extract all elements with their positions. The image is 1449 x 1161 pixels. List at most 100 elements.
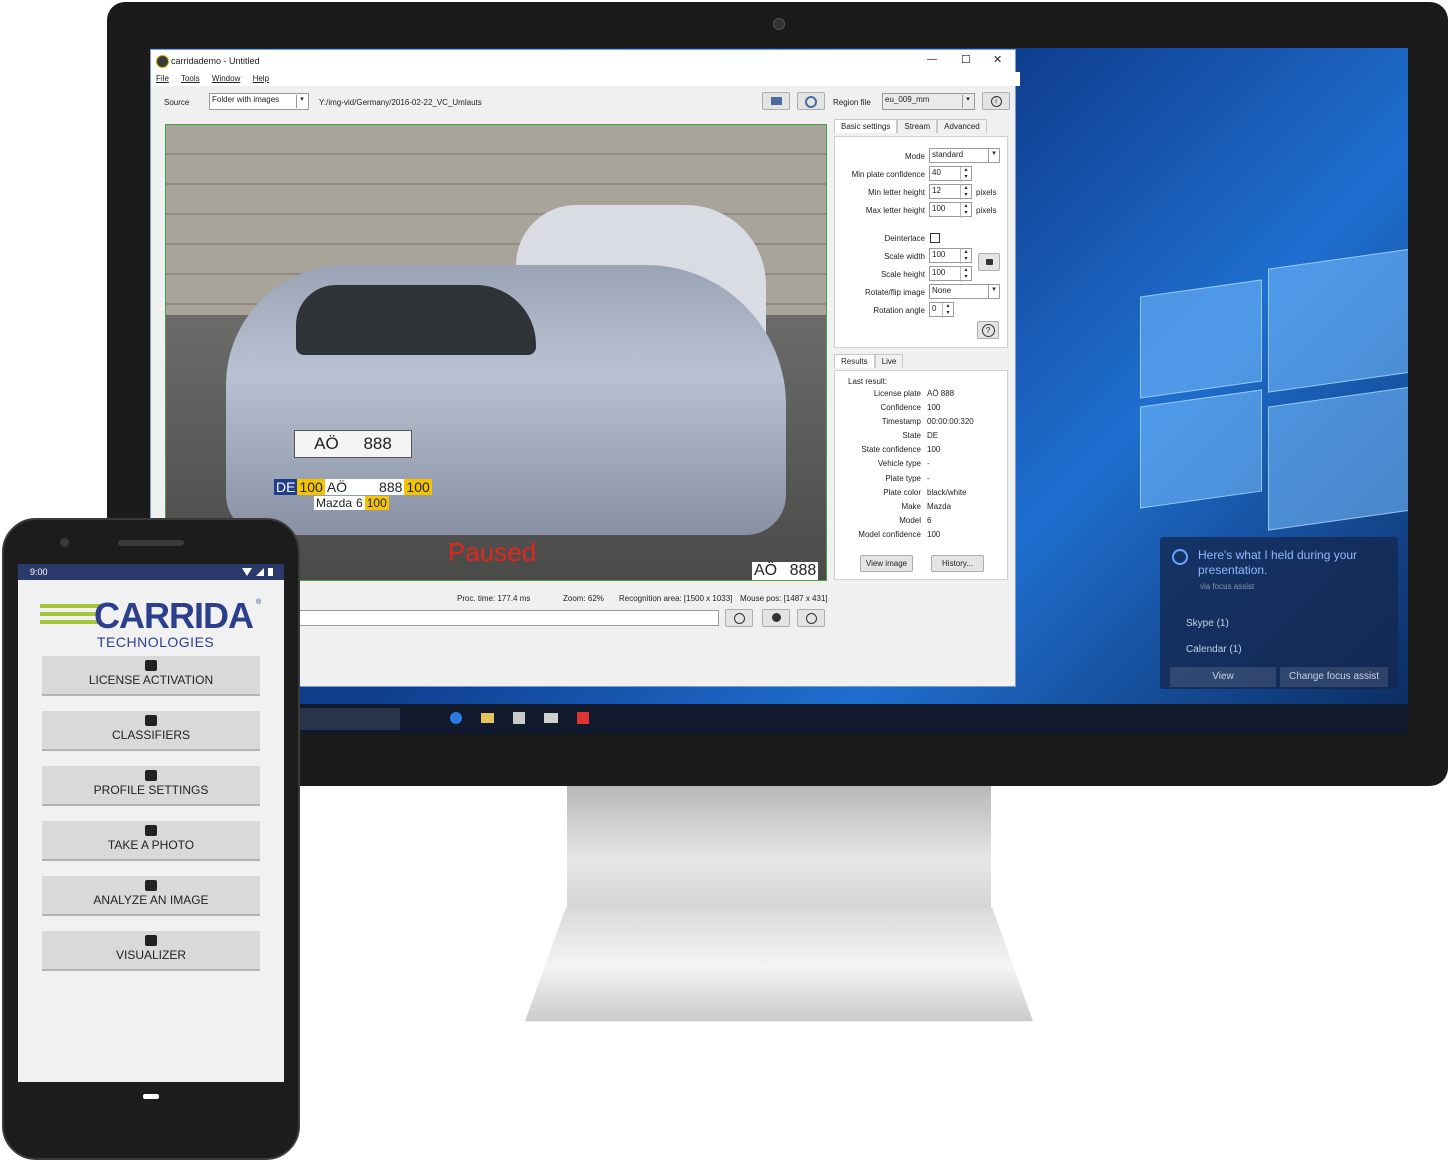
video-view[interactable]: AÖ 888 DE 100 AÖ 888 100 Mazda 6 100 Paused AÖ…	[165, 124, 827, 581]
profile-settings-button[interactable]: PROFILE SETTINGS	[42, 766, 260, 806]
settings-tabbar: Basic settings Stream Advanced	[834, 119, 987, 133]
min-plate-confidence-value: 40	[932, 168, 941, 177]
toast-subtitle: via focus assist	[1200, 582, 1255, 591]
spinner-arrows-icon[interactable]: ▴ ▾	[960, 203, 971, 218]
region-file-value: eu_009_mm	[885, 95, 930, 104]
windows-logo-wallpaper	[1140, 247, 1408, 531]
menu-window[interactable]: Window	[212, 74, 240, 83]
info-button[interactable]: i	[982, 92, 1010, 110]
tray-area[interactable]	[1220, 712, 1390, 726]
max-letter-height-input[interactable]: 100 ▴ ▾	[929, 202, 972, 218]
result-row: License plate AÖ 888	[873, 389, 955, 398]
result-row: Make Mazda	[901, 501, 952, 511]
camera-icon	[145, 825, 157, 836]
chevron-down-icon: ▾	[988, 149, 999, 162]
overlay-state-conf: 100	[297, 479, 325, 495]
take-photo-label: TAKE A PHOTO	[107, 838, 195, 852]
paused-label: Paused	[448, 537, 537, 567]
record-button[interactable]	[797, 609, 825, 627]
mode-select[interactable]: standard ▾	[929, 148, 1000, 163]
help-button[interactable]: ?	[977, 321, 999, 339]
tab-advanced[interactable]: Advanced	[937, 119, 987, 133]
bottom-plate-2: 888	[789, 562, 817, 579]
overlay-plate-1: AÖ	[324, 479, 350, 495]
spinner-arrows-icon[interactable]: ▴ ▾	[960, 249, 971, 264]
edge-icon[interactable]	[450, 712, 462, 724]
rotate-flip-select[interactable]: None ▾	[929, 284, 1000, 299]
visualizer-button[interactable]: VISUALIZER	[42, 931, 260, 971]
store-icon[interactable]	[513, 712, 525, 724]
help-icon: ?	[981, 324, 995, 337]
rotation-angle-label: Rotation angle	[873, 306, 925, 315]
step-button[interactable]	[725, 609, 753, 627]
take-photo-button[interactable]: TAKE A PHOTO	[42, 821, 260, 861]
menu-file[interactable]: File	[156, 74, 169, 83]
record-icon	[805, 613, 817, 624]
gear-icon	[145, 770, 157, 781]
menu-tools[interactable]: Tools	[181, 74, 200, 83]
car-plate: AÖ 888	[294, 430, 412, 458]
classifiers-button[interactable]: CLASSIFIERS	[42, 711, 260, 751]
cortana-icon	[1172, 549, 1188, 565]
maximize-button[interactable]: ☐	[961, 53, 971, 66]
monitor-stand-base	[525, 908, 1033, 1022]
file-explorer-icon[interactable]	[481, 713, 494, 723]
taskbar-search[interactable]	[300, 708, 400, 730]
scale-height-value: 100	[932, 268, 946, 277]
folder-icon	[770, 97, 782, 105]
spinner-arrows-icon[interactable]: ▴ ▾	[960, 167, 971, 182]
app-logo-icon	[156, 55, 169, 68]
min-letter-height-input[interactable]: 12 ▴ ▾	[929, 184, 972, 200]
toast-item-skype[interactable]: Skype (1)	[1186, 618, 1229, 629]
spinner-arrows-icon[interactable]: ▴ ▾	[960, 267, 971, 282]
menu-help[interactable]: Help	[253, 74, 269, 83]
app-icon[interactable]	[577, 712, 589, 724]
phone-home-indicator[interactable]	[143, 1094, 159, 1099]
min-plate-confidence-input[interactable]: 40 ▴ ▾	[929, 166, 972, 182]
phone-camera	[60, 538, 69, 547]
overlay-model-conf: 100	[364, 496, 389, 510]
spinner-arrows-icon[interactable]: ▴ ▾	[942, 303, 953, 318]
deinterlace-checkbox[interactable]	[930, 233, 940, 243]
tab-basic-settings[interactable]: Basic settings	[834, 119, 898, 133]
scale-width-input[interactable]: 100 ▴ ▾	[929, 248, 972, 264]
play-button[interactable]	[762, 609, 790, 627]
webcam-dot	[773, 18, 785, 30]
toast-view-button[interactable]: View	[1170, 667, 1276, 687]
phone-status-bar: 9:00	[18, 564, 284, 580]
result-row: State DE	[902, 431, 939, 441]
toast-change-button[interactable]: Change focus assist	[1280, 667, 1388, 687]
tab-live[interactable]: Live	[874, 354, 904, 368]
refresh-button[interactable]	[797, 92, 825, 110]
phone-speaker	[118, 540, 184, 546]
lock-icon	[985, 259, 993, 265]
region-file-select[interactable]: eu_009_mm ▾	[882, 93, 975, 110]
toast-item-calendar[interactable]: Calendar (1)	[1186, 644, 1242, 655]
scale-width-value: 100	[932, 250, 946, 259]
license-activation-button[interactable]: LICENSE ACTIVATION	[42, 656, 260, 696]
scale-height-input[interactable]: 100 ▴ ▾	[929, 266, 972, 282]
lock-aspect-button[interactable]	[978, 253, 1000, 271]
open-folder-button[interactable]	[762, 92, 790, 110]
close-button[interactable]: ✕	[993, 53, 1002, 66]
tab-results[interactable]: Results	[834, 354, 875, 368]
mail-icon[interactable]	[544, 713, 558, 723]
analyze-image-label: ANALYZE AN IMAGE	[93, 893, 209, 907]
rotate-flip-label: Rotate/flip image	[864, 288, 925, 297]
analyze-image-button[interactable]: ANALYZE AN IMAGE	[42, 876, 260, 916]
result-row: State confidence 100	[861, 445, 941, 455]
seek-bar[interactable]	[299, 610, 719, 626]
source-select[interactable]: Folder with images ▾	[209, 93, 309, 110]
min-letter-height-label: Min letter height	[868, 188, 925, 197]
tab-stream[interactable]: Stream	[897, 119, 938, 133]
spinner-arrows-icon[interactable]: ▴ ▾	[960, 185, 971, 200]
minimize-button[interactable]: —	[927, 54, 937, 65]
recognition-area: Recognition area: [1500 x 1033]	[619, 594, 733, 603]
history-button[interactable]: History...	[931, 555, 984, 572]
rotation-angle-input[interactable]: 0 ▴ ▾	[929, 302, 954, 318]
view-image-button[interactable]: View image	[860, 555, 913, 572]
deinterlace-label: Deinterlace	[884, 234, 925, 243]
visualizer-label: VISUALIZER	[115, 948, 187, 962]
bottom-plate-1: AÖ	[754, 562, 778, 579]
overlay-plate-2: 888	[349, 479, 405, 495]
